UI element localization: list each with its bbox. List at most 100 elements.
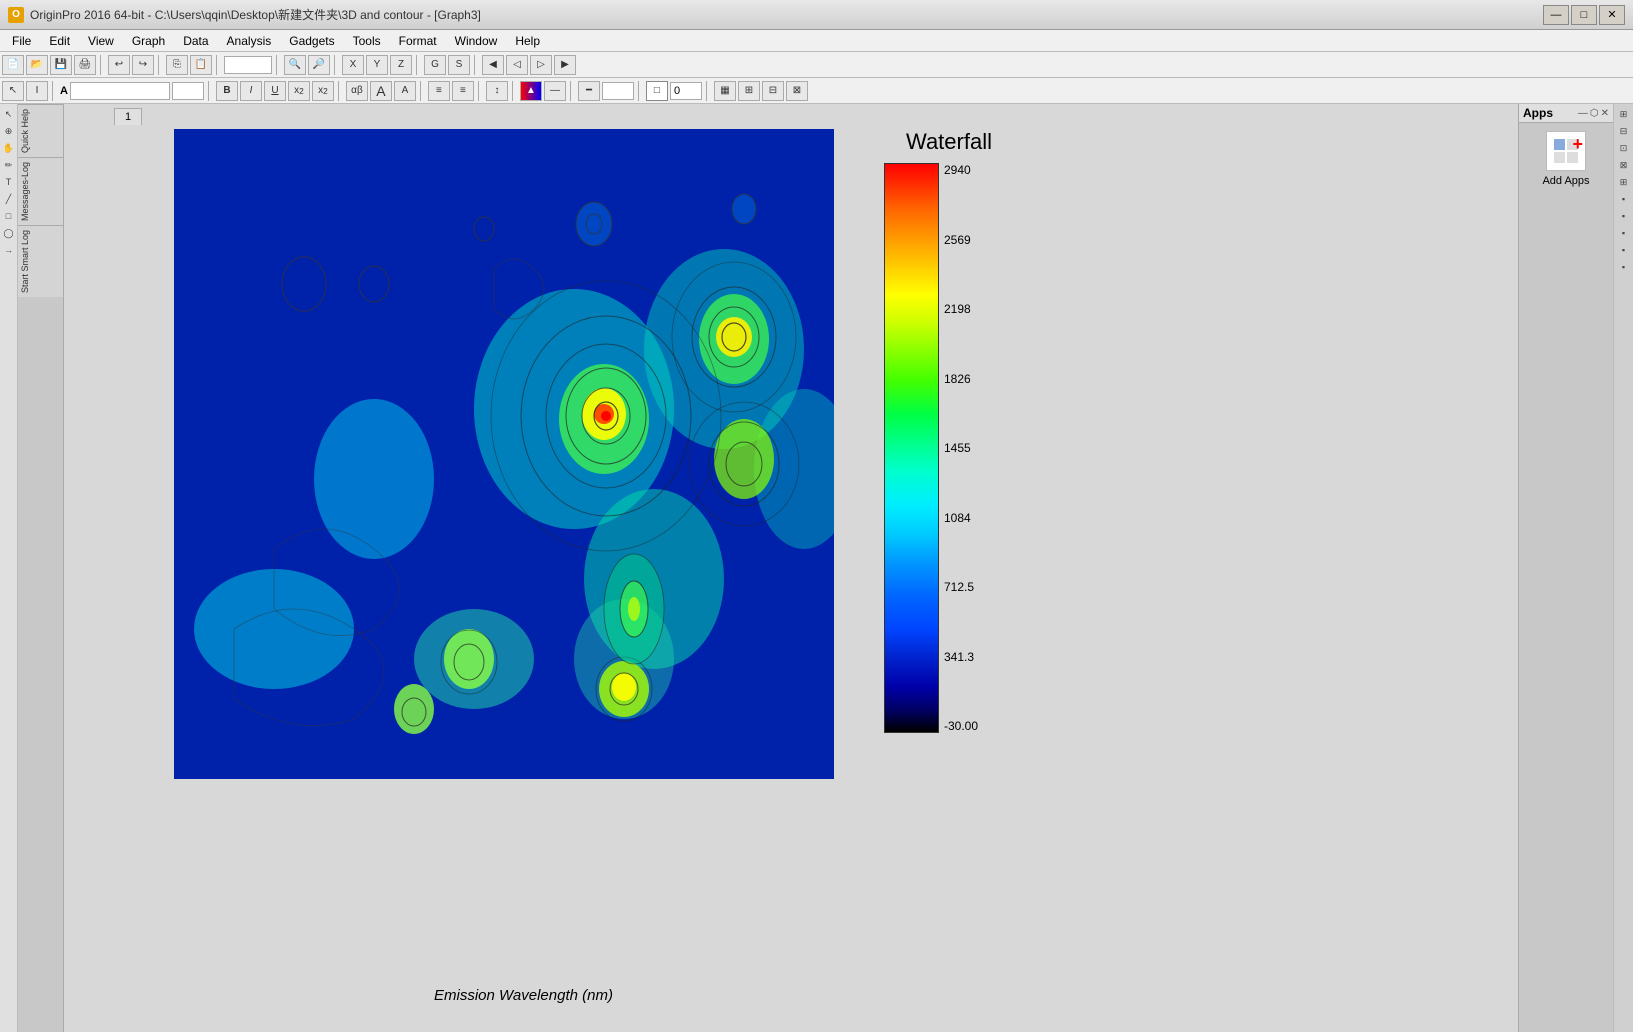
arrow-tool-btn[interactable]: → bbox=[1, 242, 17, 258]
line-style-btn[interactable]: ━ bbox=[578, 81, 600, 101]
big-a-btn[interactable]: A bbox=[370, 81, 392, 101]
apps-header-controls[interactable]: — ⬡ ✕ bbox=[1578, 108, 1609, 119]
contour-plot-svg bbox=[174, 129, 834, 779]
g-btn[interactable]: G bbox=[424, 55, 446, 75]
s-btn[interactable]: S bbox=[448, 55, 470, 75]
menu-window[interactable]: Window bbox=[447, 32, 506, 50]
nav-prev-btn[interactable]: ◁ bbox=[506, 55, 528, 75]
pointer-btn[interactable]: ↖ bbox=[2, 81, 24, 101]
sep-f1 bbox=[52, 81, 56, 101]
table-btn[interactable]: ⊞ bbox=[738, 81, 760, 101]
sep-f3 bbox=[338, 81, 342, 101]
bold-btn[interactable]: B bbox=[216, 81, 238, 101]
quick-help-panel[interactable]: Quick Help bbox=[18, 104, 63, 157]
apps-detach-btn[interactable]: ⬡ bbox=[1590, 108, 1599, 119]
menu-edit[interactable]: Edit bbox=[41, 32, 78, 50]
italic-btn[interactable]: I bbox=[240, 81, 262, 101]
messages-log-panel[interactable]: Messages-Log bbox=[18, 157, 63, 225]
rs-btn-7[interactable]: ▪ bbox=[1616, 208, 1632, 224]
sep6 bbox=[416, 55, 420, 75]
undo-btn[interactable]: ↩ bbox=[108, 55, 130, 75]
close-button[interactable]: ✕ bbox=[1599, 5, 1625, 25]
line-size-input[interactable]: 0 bbox=[602, 82, 634, 100]
merge-btn[interactable]: ⊟ bbox=[762, 81, 784, 101]
new-btn[interactable]: 📄 bbox=[2, 55, 24, 75]
copy-btn[interactable]: ⎘ bbox=[166, 55, 188, 75]
print-btn[interactable]: 🖨 bbox=[74, 55, 96, 75]
zoom-out-btn[interactable]: 🔎 bbox=[308, 55, 330, 75]
rs-btn-9[interactable]: ▪ bbox=[1616, 242, 1632, 258]
grid-cell-1 bbox=[1554, 139, 1565, 150]
hatch-btn[interactable]: ▦ bbox=[714, 81, 736, 101]
color-size-input[interactable] bbox=[670, 82, 702, 100]
text-tool-btn[interactable]: T bbox=[1, 174, 17, 190]
add-apps-button[interactable]: + Add Apps bbox=[1519, 123, 1613, 195]
select-tool-btn[interactable]: ↖ bbox=[1, 106, 17, 122]
rs-btn-8[interactable]: ▪ bbox=[1616, 225, 1632, 241]
ellipse-tool-btn[interactable]: ◯ bbox=[1, 225, 17, 241]
font-name-input[interactable]: Default: Arial bbox=[70, 82, 170, 100]
zoom-in-btn[interactable]: 🔍 bbox=[284, 55, 306, 75]
rs-btn-1[interactable]: ⊞ bbox=[1616, 106, 1632, 122]
sep1 bbox=[100, 55, 104, 75]
graph-tab-1[interactable]: 1 bbox=[114, 108, 142, 125]
nav-fwd-btn[interactable]: ▶ bbox=[554, 55, 576, 75]
rs-btn-3[interactable]: ⊡ bbox=[1616, 140, 1632, 156]
rect-tool-btn[interactable]: □ bbox=[1, 208, 17, 224]
align-left-btn[interactable]: ≡ bbox=[428, 81, 450, 101]
sep-f2 bbox=[208, 81, 212, 101]
save-btn[interactable]: 💾 bbox=[50, 55, 72, 75]
rs-btn-4[interactable]: ⊠ bbox=[1616, 157, 1632, 173]
font-size-input[interactable]: 0 bbox=[172, 82, 204, 100]
menu-graph[interactable]: Graph bbox=[124, 32, 173, 50]
apps-close-btn[interactable]: ✕ bbox=[1601, 108, 1609, 119]
sep-f5 bbox=[478, 81, 482, 101]
minimize-button[interactable]: — bbox=[1543, 5, 1569, 25]
split-btn[interactable]: ⊠ bbox=[786, 81, 808, 101]
y-btn[interactable]: Y bbox=[366, 55, 388, 75]
open-btn[interactable]: 📂 bbox=[26, 55, 48, 75]
rs-btn-6[interactable]: ▪ bbox=[1616, 191, 1632, 207]
x-btn[interactable]: X bbox=[342, 55, 364, 75]
zoom-input[interactable]: 100% bbox=[224, 56, 272, 74]
menu-view[interactable]: View bbox=[80, 32, 122, 50]
small-a-btn[interactable]: A bbox=[394, 81, 416, 101]
titlebar-controls[interactable]: — □ ✕ bbox=[1543, 5, 1625, 25]
menu-tools[interactable]: Tools bbox=[345, 32, 389, 50]
underline-btn[interactable]: U bbox=[264, 81, 286, 101]
start-smart-log-panel[interactable]: Start Smart Log bbox=[18, 225, 63, 297]
titlebar: O OriginPro 2016 64-bit - C:\Users\qqin\… bbox=[0, 0, 1633, 30]
menu-gadgets[interactable]: Gadgets bbox=[281, 32, 342, 50]
zoom-tool-btn[interactable]: ⊕ bbox=[1, 123, 17, 139]
redo-btn[interactable]: ↪ bbox=[132, 55, 154, 75]
text-select-btn[interactable]: I bbox=[26, 81, 48, 101]
rotate-btn[interactable]: ↕ bbox=[486, 81, 508, 101]
sep2 bbox=[158, 55, 162, 75]
menu-file[interactable]: File bbox=[4, 32, 39, 50]
apps-minimize-btn[interactable]: — bbox=[1578, 108, 1588, 119]
line-tool-btn[interactable]: ╱ bbox=[1, 191, 17, 207]
z-btn[interactable]: Z bbox=[390, 55, 412, 75]
paste-btn[interactable]: 📋 bbox=[190, 55, 212, 75]
menu-analysis[interactable]: Analysis bbox=[219, 32, 280, 50]
subscript-btn[interactable]: x2 bbox=[288, 81, 310, 101]
rs-btn-2[interactable]: ⊟ bbox=[1616, 123, 1632, 139]
superscript-btn[interactable]: x2 bbox=[312, 81, 334, 101]
color-line-btn[interactable]: — bbox=[544, 81, 566, 101]
color-rect-btn[interactable]: □ bbox=[646, 81, 668, 101]
rs-btn-5[interactable]: ⊞ bbox=[1616, 174, 1632, 190]
color-fill-btn[interactable]: ▲ bbox=[520, 81, 542, 101]
nav-back-btn[interactable]: ◀ bbox=[482, 55, 504, 75]
menu-data[interactable]: Data bbox=[175, 32, 216, 50]
alpha-btn[interactable]: αβ bbox=[346, 81, 368, 101]
draw-tool-btn[interactable]: ✏ bbox=[1, 157, 17, 173]
align-center-btn[interactable]: ≡ bbox=[452, 81, 474, 101]
menubar: File Edit View Graph Data Analysis Gadge… bbox=[0, 30, 1633, 52]
nav-next-btn[interactable]: ▷ bbox=[530, 55, 552, 75]
menu-help[interactable]: Help bbox=[507, 32, 548, 50]
maximize-button[interactable]: □ bbox=[1571, 5, 1597, 25]
menu-format[interactable]: Format bbox=[391, 32, 445, 50]
toolbar1: 📄 📂 💾 🖨 ↩ ↪ ⎘ 📋 100% 🔍 🔎 X Y Z G S ◀ ◁ ▷… bbox=[0, 52, 1633, 78]
rs-btn-10[interactable]: ▪ bbox=[1616, 259, 1632, 275]
pan-tool-btn[interactable]: ✋ bbox=[1, 140, 17, 156]
